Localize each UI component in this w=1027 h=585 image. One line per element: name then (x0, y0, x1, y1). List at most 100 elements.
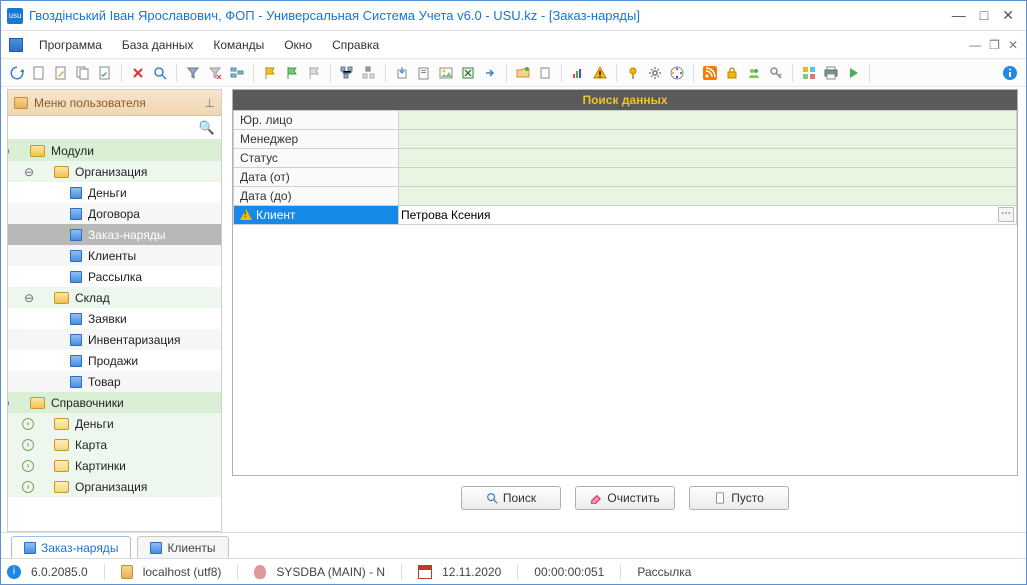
tb-clipboard-icon[interactable] (535, 63, 555, 83)
tb-export-arrow-icon[interactable] (480, 63, 500, 83)
tree-leaf-money[interactable]: Деньги (8, 182, 221, 203)
calendar-icon (418, 565, 432, 579)
value-manager[interactable] (399, 130, 1017, 149)
tb-tree-icon[interactable] (337, 63, 357, 83)
row-manager[interactable]: Менеджер (234, 130, 1017, 149)
tb-grid-icon[interactable] (799, 63, 819, 83)
tree-node-warehouse[interactable]: ⊖Склад (8, 287, 221, 308)
tb-import-icon[interactable] (392, 63, 412, 83)
window-title: Гвоздінський Іван Ярославович, ФОП - Уни… (29, 8, 952, 23)
tb-flag-green-icon[interactable] (282, 63, 302, 83)
tb-rss-icon[interactable] (700, 63, 720, 83)
tb-save-icon[interactable] (95, 63, 115, 83)
menu-help[interactable]: Справка (324, 34, 387, 56)
tb-export-xls-icon[interactable] (458, 63, 478, 83)
search-button[interactable]: Поиск (461, 486, 561, 510)
tb-palette-icon[interactable] (667, 63, 687, 83)
module-icon (70, 271, 82, 283)
mdi-restore-button[interactable]: ❐ (989, 38, 1000, 52)
tree-leaf-goods[interactable]: Товар (8, 371, 221, 392)
tree-leaf-sales[interactable]: Продажи (8, 350, 221, 371)
tb-gear-icon[interactable] (645, 63, 665, 83)
row-status[interactable]: Статус (234, 149, 1017, 168)
module-icon (70, 250, 82, 262)
label-manager: Менеджер (234, 130, 399, 149)
menu-window[interactable]: Окно (276, 34, 320, 56)
tb-search-icon[interactable] (150, 63, 170, 83)
tree-leaf-inventory[interactable]: Инвентаризация (8, 329, 221, 350)
tb-users-icon[interactable] (744, 63, 764, 83)
menubar: Программа База данных Команды Окно Справ… (1, 31, 1026, 59)
close-button[interactable]: ✕ (1002, 7, 1014, 24)
mdi-minimize-button[interactable]: — (969, 38, 981, 52)
module-icon (70, 334, 82, 346)
value-date-to[interactable] (399, 187, 1017, 206)
tb-pin-icon[interactable] (623, 63, 643, 83)
menu-commands[interactable]: Команды (205, 34, 272, 56)
tree-leaf-contracts[interactable]: Договора (8, 203, 221, 224)
tb-edit-icon[interactable] (51, 63, 71, 83)
row-client[interactable]: Клиент ⋯ (234, 206, 1017, 225)
tb-export-doc-icon[interactable] (414, 63, 434, 83)
tree-node-modules[interactable]: ⊖Модули (8, 140, 221, 161)
menu-database[interactable]: База данных (114, 34, 201, 56)
info-icon[interactable]: i (7, 565, 21, 579)
row-entity[interactable]: Юр. лицо (234, 111, 1017, 130)
value-client-cell[interactable]: ⋯ (399, 206, 1017, 225)
search-panel-body (233, 225, 1017, 475)
pin-icon[interactable]: ⊥ (205, 96, 215, 110)
clear-button[interactable]: Очистить (575, 486, 675, 510)
tree-leaf-requests[interactable]: Заявки (8, 308, 221, 329)
tab-orders[interactable]: Заказ-наряды (11, 536, 131, 558)
app-menu-icon[interactable] (9, 38, 23, 52)
tb-warning-icon[interactable] (590, 63, 610, 83)
value-status[interactable] (399, 149, 1017, 168)
tree-node-organization[interactable]: ⊖Организация (8, 161, 221, 182)
tb-tree-collapse-icon[interactable] (359, 63, 379, 83)
tb-delete-icon[interactable] (128, 63, 148, 83)
empty-button[interactable]: Пусто (689, 486, 789, 510)
status-version: 6.0.2085.0 (31, 565, 88, 579)
window-controls: — □ ✕ (952, 7, 1020, 24)
tb-info-icon[interactable] (1000, 63, 1020, 83)
tb-print-icon[interactable] (821, 63, 841, 83)
tree-ref-map[interactable]: ›Карта (8, 434, 221, 455)
lookup-button[interactable]: ⋯ (998, 207, 1014, 222)
search-icon[interactable]: 🔍 (199, 120, 215, 136)
app-icon: usu (7, 8, 23, 24)
tab-clients[interactable]: Клиенты (137, 536, 228, 558)
tb-play-icon[interactable] (843, 63, 863, 83)
label-status: Статус (234, 149, 399, 168)
tree-leaf-orders[interactable]: Заказ-наряды (8, 224, 221, 245)
tb-chart-icon[interactable] (568, 63, 588, 83)
folder-open-icon (54, 292, 69, 304)
tb-refresh-icon[interactable] (7, 63, 27, 83)
tree-node-refs[interactable]: ⊖Справочники (8, 392, 221, 413)
tb-new-icon[interactable] (29, 63, 49, 83)
tb-group-icon[interactable] (227, 63, 247, 83)
tb-filter-clear-icon[interactable] (205, 63, 225, 83)
tree-ref-org[interactable]: ›Организация (8, 476, 221, 497)
row-date-from[interactable]: Дата (от) (234, 168, 1017, 187)
client-input[interactable] (401, 208, 994, 222)
tree-leaf-clients[interactable]: Клиенты (8, 245, 221, 266)
tb-export-img-icon[interactable] (436, 63, 456, 83)
minimize-button[interactable]: — (952, 7, 966, 24)
menu-program[interactable]: Программа (31, 34, 110, 56)
tree-leaf-mailing[interactable]: Рассылка (8, 266, 221, 287)
tb-lock-icon[interactable] (722, 63, 742, 83)
tree-ref-pictures[interactable]: ›Картинки (8, 455, 221, 476)
tb-key-icon[interactable] (766, 63, 786, 83)
tree-ref-money[interactable]: ›Деньги (8, 413, 221, 434)
sidebar: Меню пользователя ⊥ 🔍 ⊖Модули ⊖Организац… (7, 89, 222, 532)
tb-flag-icon[interactable] (260, 63, 280, 83)
mdi-close-button[interactable]: ✕ (1008, 38, 1018, 52)
tb-flag-clear-icon[interactable] (304, 63, 324, 83)
tb-filter-icon[interactable] (183, 63, 203, 83)
tb-open-folder-icon[interactable] (513, 63, 533, 83)
maximize-button[interactable]: □ (980, 7, 988, 24)
value-entity[interactable] (399, 111, 1017, 130)
row-date-to[interactable]: Дата (до) (234, 187, 1017, 206)
tb-copy-icon[interactable] (73, 63, 93, 83)
value-date-from[interactable] (399, 168, 1017, 187)
